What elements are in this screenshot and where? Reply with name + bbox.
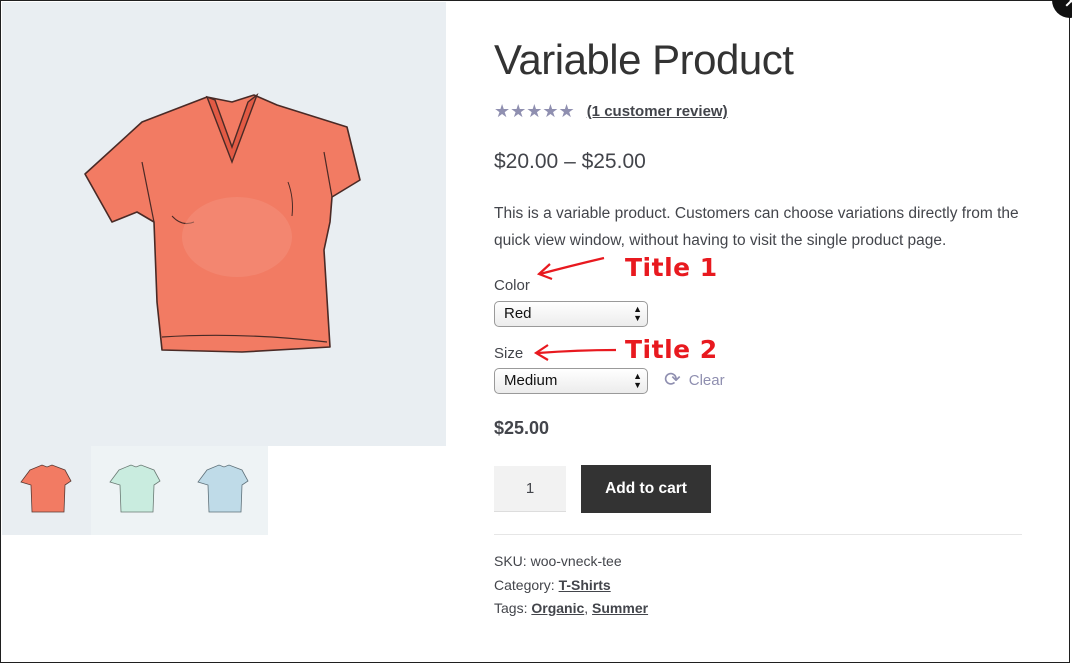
clear-variations-link[interactable]: ⟳ Clear [664, 370, 725, 390]
tag-link-organic[interactable]: Organic [531, 600, 584, 616]
rating-stars-icon: ★★★★★ [494, 101, 575, 121]
select-caret-icon: ▲ ▼ [633, 371, 642, 390]
category-line: Category: T-Shirts [494, 577, 611, 593]
color-select[interactable]: Red ▲ ▼ [494, 301, 648, 327]
tags-line: Tags: Organic, Summer [494, 600, 648, 616]
tags-label: Tags: [494, 600, 528, 616]
tag-separator: , [584, 600, 589, 616]
size-label: Size [494, 345, 524, 362]
tag-link-summer[interactable]: Summer [592, 600, 648, 616]
size-select-value: Medium [504, 372, 558, 389]
refresh-icon: ⟳ [664, 369, 681, 391]
category-label: Category: [494, 577, 555, 593]
variation-price: $25.00 [494, 418, 550, 438]
color-select-value: Red [504, 305, 532, 322]
thumbnail-blue-tshirt[interactable] [179, 446, 268, 535]
annotation-title-2: Title 2 [625, 335, 718, 364]
tshirt-thumb-blue-icon [197, 464, 249, 513]
main-product-image [2, 2, 446, 446]
divider [494, 534, 1022, 535]
color-label: Color [494, 277, 530, 294]
product-rating: ★★★★★ (1 customer review) [494, 101, 728, 122]
thumbnail-mint-tshirt[interactable] [91, 446, 180, 535]
quantity-input[interactable]: 1 [494, 466, 566, 512]
category-link[interactable]: T-Shirts [559, 577, 611, 593]
price-range: $20.00 – $25.00 [494, 150, 646, 173]
product-title: Variable Product [494, 36, 794, 83]
tshirt-red-illustration [84, 92, 361, 353]
size-select[interactable]: Medium ▲ ▼ [494, 368, 648, 394]
tshirt-thumb-red-icon [20, 464, 72, 513]
annotation-title-1: Title 1 [625, 253, 718, 282]
clear-label: Clear [688, 371, 725, 389]
add-to-cart-button[interactable]: Add to cart [581, 465, 711, 513]
sku-line: SKU: woo-vneck-tee [494, 553, 622, 569]
customer-review-link[interactable]: (1 customer review) [587, 103, 728, 120]
annotation-arrow-icon [533, 344, 617, 361]
select-caret-icon: ▲ ▼ [633, 304, 642, 323]
thumbnail-red-tshirt[interactable] [2, 446, 91, 535]
annotation-arrow-icon [536, 256, 605, 281]
sku-label: SKU: [494, 553, 527, 569]
tshirt-thumb-mint-icon [109, 464, 161, 513]
sku-value: woo-vneck-tee [530, 553, 622, 569]
product-description: This is a variable product. Customers ca… [494, 205, 1019, 249]
